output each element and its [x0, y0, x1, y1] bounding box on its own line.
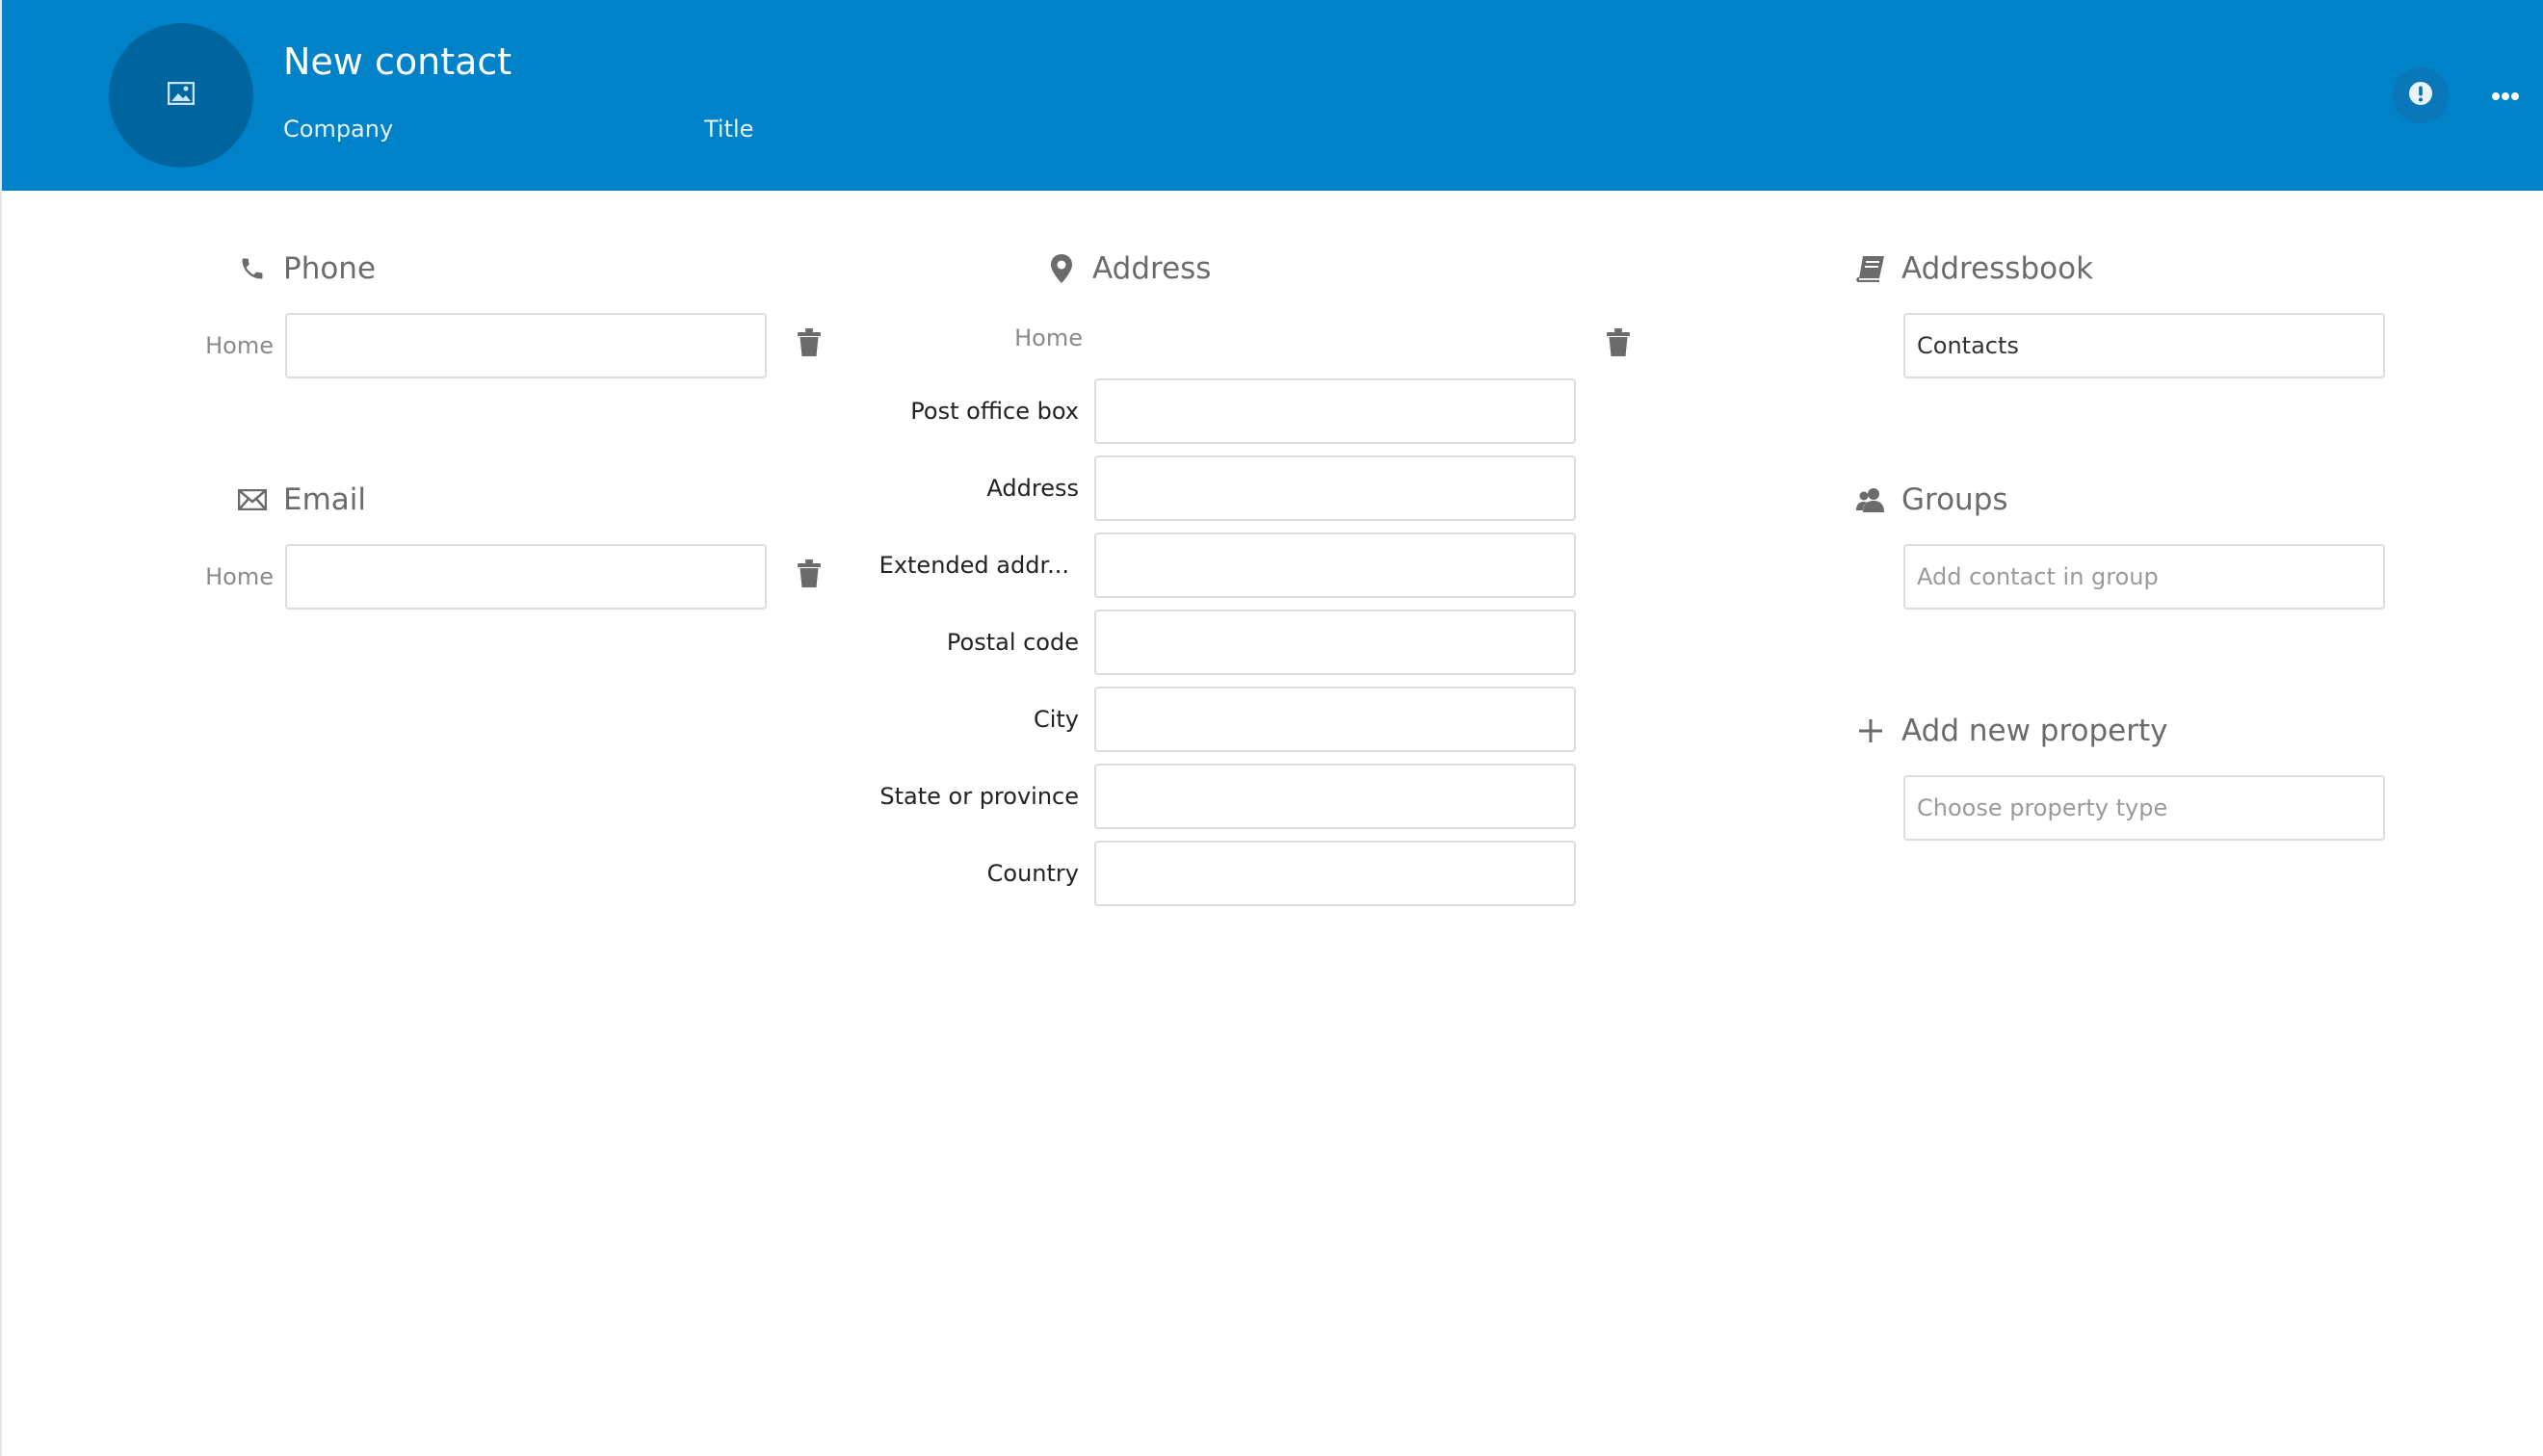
post-office-box-input[interactable]: [1094, 378, 1576, 444]
extended-address-label: Extended addr...: [878, 552, 1069, 579]
email-title: Email: [283, 482, 367, 517]
addressbook-select[interactable]: Contacts: [1903, 313, 2385, 378]
state-input[interactable]: [1094, 764, 1576, 829]
postal-code-label: Postal code: [946, 629, 1079, 656]
more-actions-button[interactable]: [2477, 67, 2533, 123]
delete-email-button[interactable]: [790, 557, 828, 595]
trash-icon: [797, 559, 822, 592]
contact-header: [2, 0, 2543, 191]
state-label: State or province: [879, 783, 1079, 810]
groups-section-title: Groups: [1851, 479, 2008, 521]
add-property-title: Add new property: [1901, 714, 2168, 748]
address-title: Address: [1092, 251, 1212, 286]
image-icon: [167, 81, 196, 109]
email-type-label[interactable]: Home: [175, 544, 274, 610]
warning-button[interactable]: [2393, 67, 2449, 123]
city-label: City: [1033, 706, 1079, 733]
addressbook-section-title: Addressbook: [1851, 247, 2093, 290]
phone-section-title: Phone: [233, 247, 376, 290]
country-label: Country: [986, 860, 1079, 887]
company-input[interactable]: [283, 112, 649, 146]
street-address-input[interactable]: [1094, 455, 1576, 521]
extended-address-input[interactable]: [1094, 533, 1576, 598]
map-marker-icon: [1042, 247, 1081, 290]
book-icon: [1851, 247, 1890, 290]
trash-icon: [1606, 328, 1631, 361]
groups-title: Groups: [1901, 482, 2008, 517]
more-horizontal-icon: [2491, 87, 2520, 105]
phone-title: Phone: [283, 251, 377, 286]
property-type-select[interactable]: [1903, 775, 2385, 841]
delete-phone-button[interactable]: [790, 325, 828, 364]
phone-input[interactable]: [285, 313, 767, 378]
address-section-title: Address: [1042, 247, 1211, 290]
postal-code-input[interactable]: [1094, 610, 1576, 675]
street-address-label: Address: [986, 475, 1079, 502]
country-input[interactable]: [1094, 841, 1576, 906]
email-section-title: Email: [233, 479, 366, 521]
addressbook-selected-value: Contacts: [1917, 332, 2019, 359]
people-icon: [1851, 479, 1890, 521]
post-office-box-label: Post office box: [910, 398, 1079, 425]
plus-icon: [1851, 710, 1890, 752]
trash-icon: [797, 328, 822, 361]
phone-icon: [233, 247, 272, 290]
city-input[interactable]: [1094, 687, 1576, 752]
add-property-section-title: Add new property: [1851, 710, 2168, 752]
alert-circle-icon: [2408, 81, 2433, 110]
title-input[interactable]: [704, 112, 1070, 146]
delete-address-button[interactable]: [1599, 325, 1638, 364]
addressbook-title: Addressbook: [1901, 251, 2094, 286]
avatar[interactable]: [109, 23, 253, 168]
email-input[interactable]: [285, 544, 767, 610]
phone-type-label[interactable]: Home: [175, 313, 274, 378]
add-to-group-input[interactable]: [1903, 544, 2385, 610]
contact-name-input[interactable]: [283, 37, 765, 87]
mail-icon: [233, 479, 272, 521]
address-type-label[interactable]: Home: [927, 305, 1083, 371]
